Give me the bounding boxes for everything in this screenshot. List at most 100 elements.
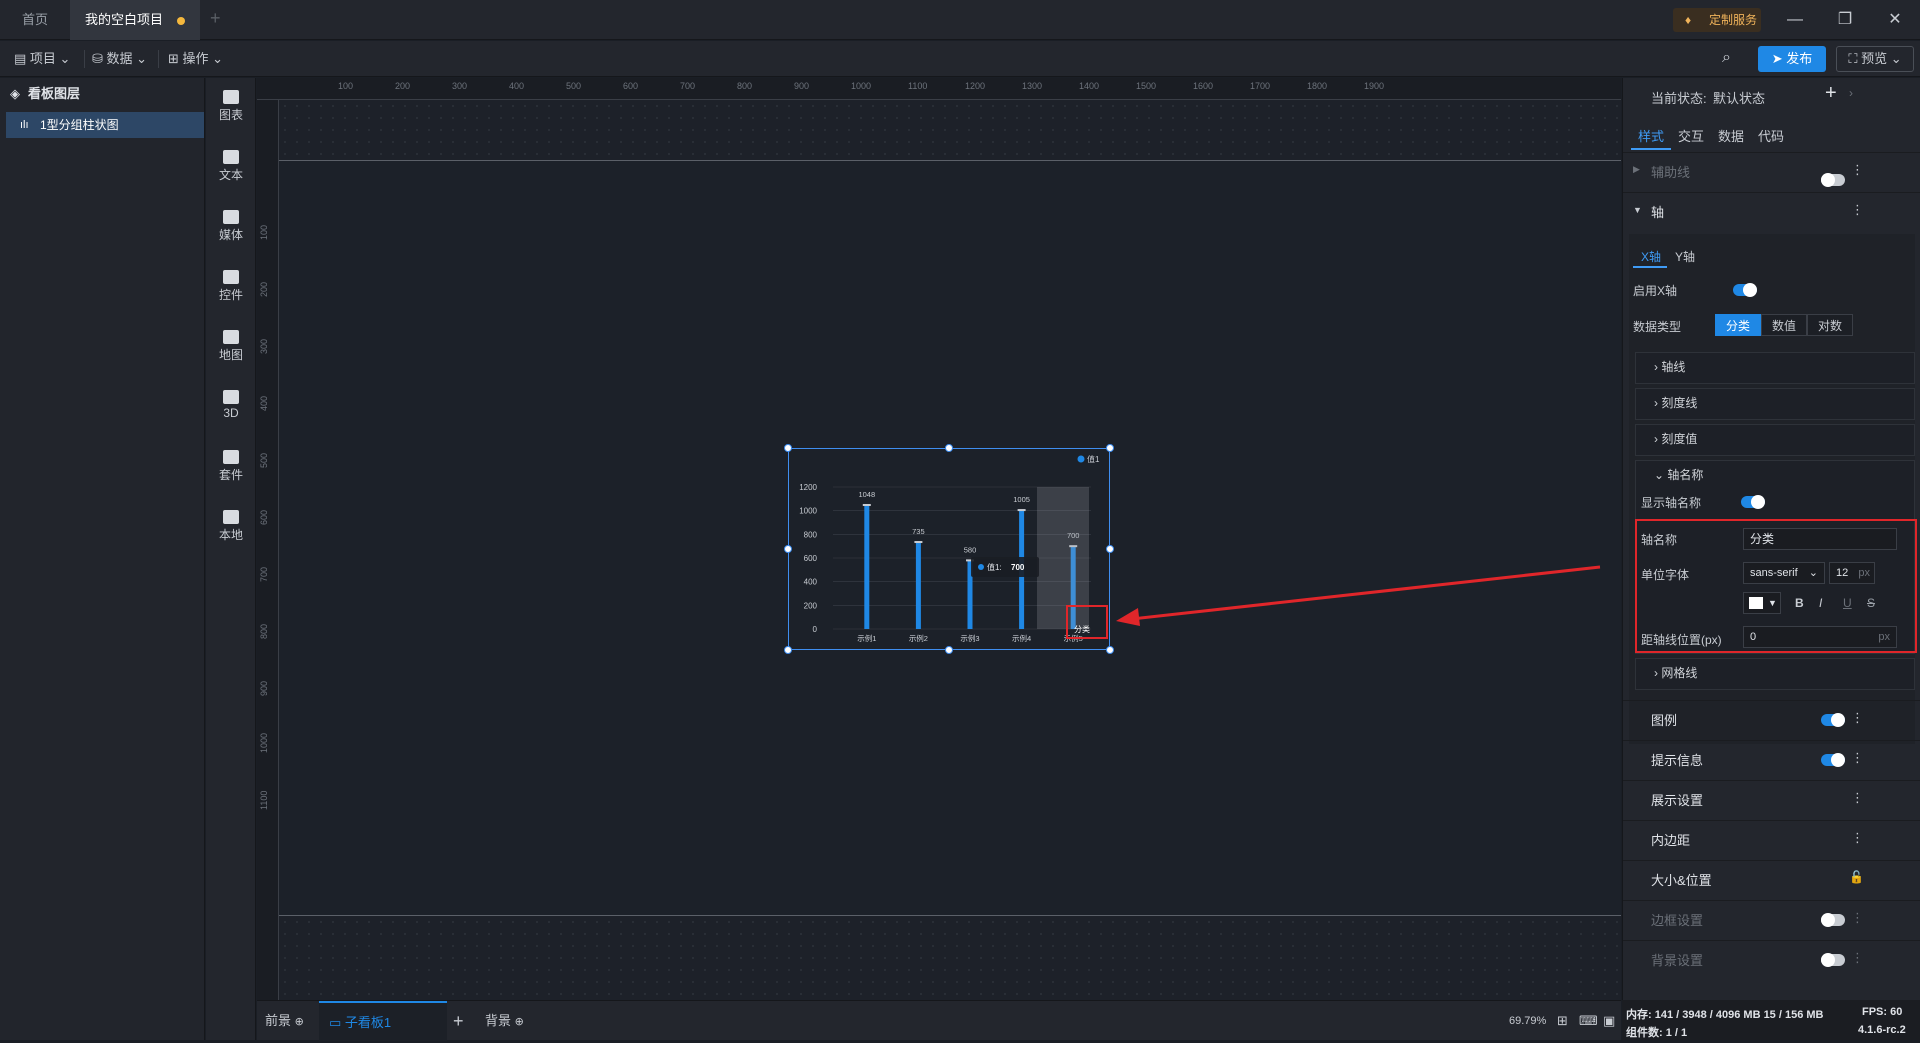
border-toggle[interactable] [1821,913,1845,927]
axisname-input[interactable]: 分类 [1743,528,1897,550]
add-board-icon[interactable]: + [453,1001,464,1041]
resize-handle[interactable] [784,545,792,553]
section-border[interactable]: 边框设置 [1623,900,1920,940]
more-icon[interactable]: ⋮ [1851,950,1864,966]
lock-icon[interactable]: 🔓 [1849,870,1864,884]
tab-project[interactable]: 我的空白项目 [70,0,200,40]
font-label: 单位字体 [1641,568,1690,582]
bold-icon[interactable]: B [1795,596,1804,610]
resize-handle[interactable] [1106,646,1114,654]
tool-chart-label: 图表 [218,108,243,122]
new-tab-icon[interactable]: + [210,8,221,29]
background-toggle[interactable] [1821,953,1845,967]
type-log-button[interactable]: 对数 [1807,314,1853,336]
enable-x-toggle[interactable] [1733,283,1757,297]
search-icon[interactable]: ⌕ [1722,49,1731,67]
restore-icon[interactable]: ❐ [1820,0,1870,40]
tab-subboard[interactable]: ▭ 子看板1 [319,1001,447,1041]
more-icon[interactable]: ⋮ [1851,710,1864,726]
tool-map[interactable]: 地图 [206,330,256,363]
italic-icon[interactable]: I [1819,596,1822,610]
layer-item[interactable]: ılı 1型分组柱状图 [6,112,204,138]
section-size-position[interactable]: 大小&位置 [1623,860,1920,900]
sub-axis-name-label: 轴名称 [1667,468,1704,482]
more-icon[interactable]: ⋮ [1851,790,1864,806]
underline-icon[interactable]: U [1843,596,1852,610]
sub-axis-line[interactable]: › 轴线 [1635,352,1915,384]
toggle-knob [1821,913,1835,927]
preview-button[interactable]: ⛶ 预览 ⌄ [1836,46,1914,72]
more-icon[interactable]: ⋮ [1851,162,1864,178]
tool-3d-label: 3D [223,406,239,420]
tab-code[interactable]: 代码 [1758,126,1784,145]
sub-tick-value[interactable]: › 刻度值 [1635,424,1915,456]
terminal-icon[interactable]: ▣ [1603,1001,1615,1041]
menu-project[interactable]: ▤ 项目 ⌄ [14,41,70,77]
type-category-button[interactable]: 分类 [1715,314,1761,336]
tab-background[interactable]: 背景 ⊕ [485,1001,524,1041]
tool-control[interactable]: 控件 [206,270,256,303]
data-label: 1048 [858,490,875,499]
section-tooltip[interactable]: 提示信息 [1623,740,1920,780]
tab-data[interactable]: 数据 [1718,126,1744,145]
more-icon[interactable]: ⋮ [1851,202,1864,218]
auxiliary-toggle[interactable] [1821,173,1845,187]
zoom-level[interactable]: 69.79% [1509,1001,1546,1041]
tab-y-axis[interactable]: Y轴 [1675,248,1695,265]
tab-style[interactable]: 样式 [1638,126,1664,145]
section-display[interactable]: 展示设置 [1623,780,1920,820]
section-padding[interactable]: 内边距 [1623,820,1920,860]
resize-handle[interactable] [945,444,953,452]
chart-component[interactable]: 1200 1000 800 600 400 200 0 1048 示例1 735 示例2 580 示例3… [788,448,1110,650]
resize-handle[interactable] [784,444,792,452]
custom-service-button[interactable]: ♦ 定制服务 [1673,8,1761,32]
resize-handle[interactable] [1106,444,1114,452]
tab-x-axis[interactable]: X轴 [1641,248,1661,265]
minimize-icon[interactable]: — [1770,0,1820,40]
close-icon[interactable]: ✕ [1870,0,1920,40]
more-icon[interactable]: ⋮ [1851,750,1864,766]
chevron-down-icon: ⌄ [1654,468,1665,482]
tooltip-toggle[interactable] [1821,753,1845,767]
chevron-right-icon[interactable]: › [1849,86,1853,100]
tool-local[interactable]: 本地 [206,510,256,543]
legend-toggle[interactable] [1821,713,1845,727]
section-axis[interactable]: 轴 [1623,192,1920,232]
type-value-button[interactable]: 数值 [1761,314,1807,336]
tool-text[interactable]: 文本 [206,150,256,183]
offset-input[interactable]: 0 px [1743,626,1897,648]
tab-foreground[interactable]: 前景 ⊕ [265,1001,304,1041]
ruler-tick-label: 600 [623,81,639,91]
font-size-input[interactable]: 12 px [1829,562,1875,584]
show-axisname-toggle[interactable] [1741,495,1765,509]
tool-kit[interactable]: 套件 [206,450,256,483]
tool-3d[interactable]: 3D [206,390,256,420]
bar-chart-icon: ılı [20,119,29,131]
toggle-knob [1821,173,1835,187]
tab-home[interactable]: 首页 [0,0,70,40]
menu-ops[interactable]: ⊞ 操作 ⌄ [168,41,223,77]
tool-media[interactable]: 媒体 [206,210,256,243]
tool-chart[interactable]: 图表 [206,90,256,123]
section-background[interactable]: 背景设置 [1623,940,1920,980]
keyboard-icon[interactable]: ⌨ [1579,1001,1598,1041]
menu-data[interactable]: ⛁ 数据 ⌄ [92,41,147,77]
section-legend[interactable]: 图例 [1623,700,1920,740]
more-icon[interactable]: ⋮ [1851,830,1864,846]
section-auxiliary[interactable]: 辅助线 [1623,152,1920,192]
strikethrough-icon[interactable]: S [1867,596,1875,610]
resize-handle[interactable] [1106,545,1114,553]
y-tick-label: 200 [804,601,818,610]
resize-handle[interactable] [945,646,953,654]
sub-grid-line[interactable]: › 网格线 [1635,658,1915,690]
publish-button[interactable]: ➤ 发布 [1758,46,1826,72]
sub-grid-line-label: 网格线 [1661,666,1698,680]
tab-interaction[interactable]: 交互 [1678,126,1704,145]
more-icon[interactable]: ⋮ [1851,910,1864,926]
color-picker[interactable]: ▼ [1743,592,1781,614]
resize-handle[interactable] [784,646,792,654]
add-state-icon[interactable]: + [1825,82,1837,105]
fit-screen-icon[interactable]: ⊞ [1557,1001,1568,1041]
font-family-select[interactable]: sans-serif ⌄ [1743,562,1825,584]
sub-tick-line[interactable]: › 刻度线 [1635,388,1915,420]
